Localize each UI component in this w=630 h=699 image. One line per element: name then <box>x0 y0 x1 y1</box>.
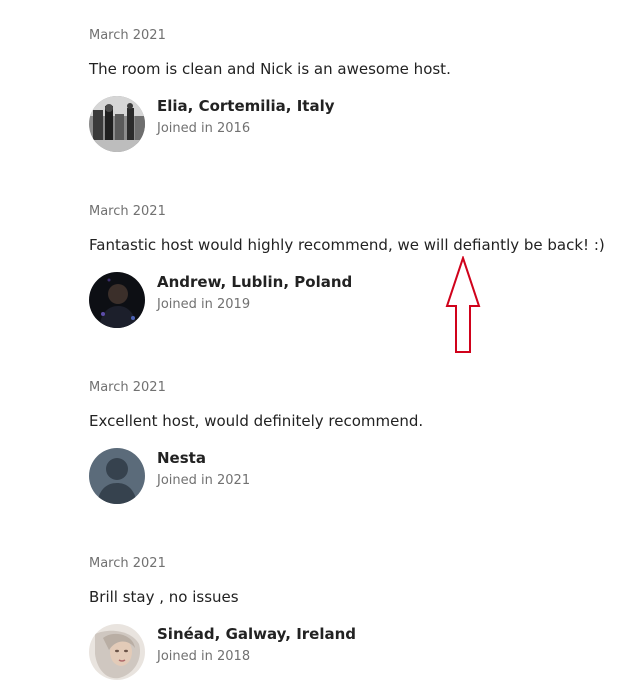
reviewer-name[interactable]: Andrew, Lublin, Poland <box>157 272 352 292</box>
reviewer-avatar[interactable] <box>89 624 145 680</box>
up-arrow-outline-icon <box>445 254 481 353</box>
photo-avatar-grayscale-icon <box>89 96 145 152</box>
reviewer-joined: Joined in 2018 <box>157 649 251 664</box>
photo-avatar-dark-icon <box>89 272 145 328</box>
reviewer-info: Andrew, Lublin, Poland Joined in 2019 <box>89 272 489 328</box>
reviewer-name[interactable]: Sinéad, Galway, Ireland <box>157 624 356 644</box>
review-date: March 2021 <box>89 556 166 571</box>
reviewer-info: Sinéad, Galway, Ireland Joined in 2018 <box>89 624 489 680</box>
reviewer-joined: Joined in 2016 <box>157 121 251 136</box>
review-text: Excellent host, would definitely recomme… <box>89 412 424 430</box>
review-date: March 2021 <box>89 380 166 395</box>
reviewer-name[interactable]: Nesta <box>157 448 206 468</box>
reviewer-avatar[interactable] <box>89 448 145 504</box>
reviewer-joined: Joined in 2021 <box>157 473 251 488</box>
review-text: Brill stay , no issues <box>89 588 239 606</box>
reviewer-joined: Joined in 2019 <box>157 297 251 312</box>
photo-avatar-light-icon <box>89 624 145 680</box>
reviewer-info: Nesta Joined in 2021 <box>89 448 489 504</box>
review-text: Fantastic host would highly recommend, w… <box>89 236 605 254</box>
review-text: The room is clean and Nick is an awesome… <box>89 60 451 78</box>
reviewer-avatar[interactable] <box>89 272 145 328</box>
review-date: March 2021 <box>89 28 166 43</box>
default-user-silhouette-icon <box>89 448 145 504</box>
review-date: March 2021 <box>89 204 166 219</box>
annotation-up-arrow <box>443 254 483 360</box>
reviewer-avatar[interactable] <box>89 96 145 152</box>
reviewer-name[interactable]: Elia, Cortemilia, Italy <box>157 96 335 116</box>
reviewer-info: Elia, Cortemilia, Italy Joined in 2016 <box>89 96 489 152</box>
